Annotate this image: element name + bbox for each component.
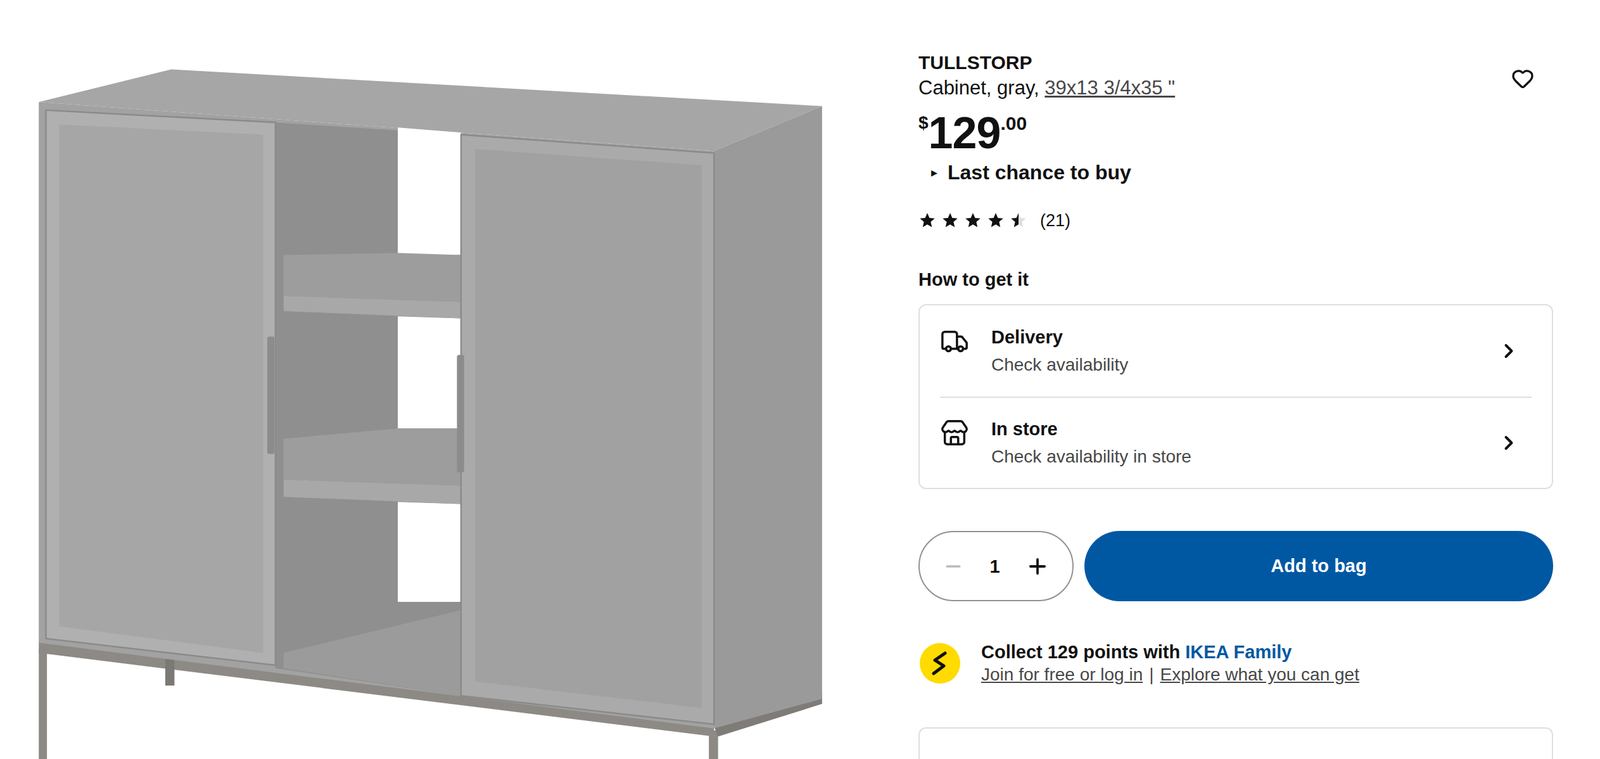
plus-icon <box>1025 554 1050 579</box>
star-icon <box>964 211 982 230</box>
star-icon <box>941 211 959 230</box>
last-chance-toggle[interactable]: ▸Last chance to buy <box>918 160 1554 184</box>
favorite-button[interactable] <box>1507 63 1538 94</box>
product-info-panel: TULLSTORPCabinet, gray, 39x13 3/4x35 " $1… <box>918 0 1554 759</box>
quantity-value[interactable]: 1 <box>989 554 1000 578</box>
truck-icon <box>939 326 970 356</box>
next-box <box>918 727 1554 759</box>
store-icon <box>939 418 970 448</box>
product-description: Cabinet, gray, 39x13 3/4x35 " <box>918 76 1175 101</box>
star-icon <box>986 211 1005 230</box>
fulfilment-title: How to get it <box>918 268 1554 291</box>
star-icon <box>1009 211 1028 230</box>
rating[interactable]: (21) <box>918 210 1554 231</box>
ikea-family-logo-icon <box>919 642 961 684</box>
star-icon <box>918 211 937 230</box>
chevron-right-icon <box>1497 339 1521 363</box>
fulfilment-option[interactable]: In storeCheck availability in store <box>939 396 1532 488</box>
family-row: Collect 129 points with IKEA FamilyJoin … <box>918 640 1554 686</box>
chevron-right-icon <box>1497 431 1521 455</box>
expand-icon: ▸ <box>931 165 938 179</box>
add-to-bag-button[interactable]: Add to bag <box>1084 530 1554 602</box>
heart-icon <box>1511 67 1535 90</box>
fulfilment-box: DeliveryCheck availabilityIn storeCheck … <box>918 304 1554 489</box>
ikea-family-link[interactable]: IKEA Family <box>1185 641 1292 662</box>
fulfilment-option[interactable]: DeliveryCheck availability <box>939 305 1532 397</box>
review-count: (21) <box>1040 210 1071 231</box>
minus-icon <box>942 555 965 578</box>
explore-link[interactable]: Explore what you can get <box>1160 663 1360 686</box>
price: $129.00 <box>918 107 1554 159</box>
purchase-row: 1 Add to bag <box>918 530 1554 602</box>
product-name: TULLSTORP <box>918 50 1175 75</box>
quantity-stepper: 1 <box>918 530 1074 602</box>
decrease-button[interactable] <box>942 555 965 578</box>
product-page: TULLSTORPCabinet, gray, 39x13 3/4x35 " $1… <box>0 0 1600 759</box>
size-link[interactable]: 39x13 3/4x35 " <box>1044 76 1175 99</box>
product-image[interactable] <box>0 0 888 759</box>
join-link[interactable]: Join for free or log in <box>981 663 1143 686</box>
increase-button[interactable] <box>1025 554 1050 579</box>
